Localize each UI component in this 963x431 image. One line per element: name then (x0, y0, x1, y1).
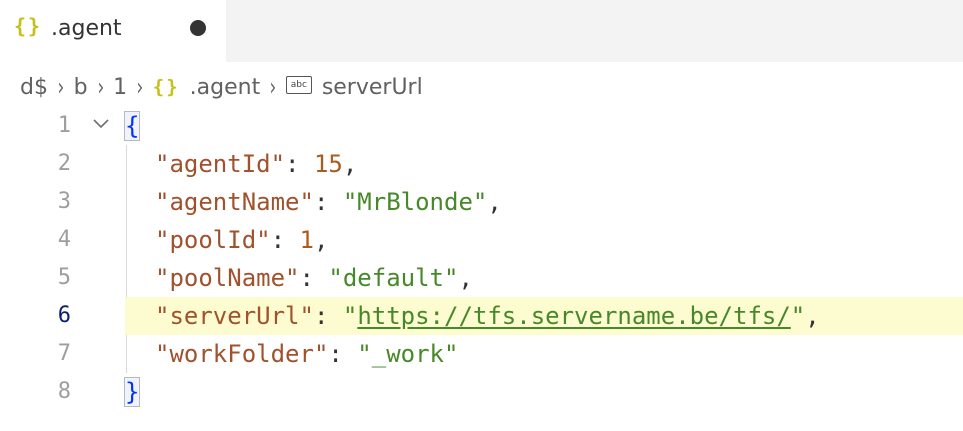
code-line[interactable]: 5 "poolName": "default", (0, 259, 963, 297)
json-key: "workFolder" (155, 340, 329, 368)
breadcrumb-item-1[interactable]: 1 (113, 75, 127, 100)
chevron-right-icon: › (96, 73, 104, 101)
code-line[interactable]: 3 "agentName": "MrBlonde", (0, 183, 963, 221)
code-line[interactable]: 7 "workFolder": "_work" (0, 335, 963, 373)
unsaved-dot-icon[interactable] (190, 20, 206, 36)
json-key: "poolId" (155, 226, 271, 254)
line-number: 3 (57, 189, 71, 214)
json-value: "default" (328, 264, 459, 292)
tab-agent[interactable]: {} .agent (0, 0, 226, 62)
line-number: 8 (57, 379, 71, 404)
breadcrumb-item-drive[interactable]: d$ (20, 75, 48, 100)
json-value: "_work" (357, 340, 459, 368)
line-number: 4 (57, 227, 71, 252)
json-value: 15 (313, 150, 343, 178)
tab-bar: {} .agent (0, 0, 963, 62)
breadcrumb-item-serverurl[interactable]: serverUrl (322, 75, 423, 100)
breadcrumb-item-agent[interactable]: .agent (190, 75, 261, 100)
json-key: "serverUrl" (155, 302, 314, 330)
line-number: 1 (57, 113, 71, 138)
json-braces-icon: {} (14, 14, 43, 38)
json-key: "agentId" (155, 150, 286, 178)
json-value: 1 (299, 226, 314, 254)
json-braces-icon: {} (152, 76, 180, 98)
line-number: 2 (57, 151, 71, 176)
code-line[interactable]: 1 { (0, 107, 963, 145)
code-line[interactable]: 2 "agentId": 15, (0, 145, 963, 183)
line-number: 7 (57, 341, 71, 366)
code-line-active[interactable]: 6 "serverUrl": "https://tfs.servername.b… (0, 297, 963, 335)
tab-label: .agent (51, 16, 122, 41)
chevron-right-icon: › (57, 73, 65, 101)
close-brace: } (123, 377, 141, 407)
breadcrumb: d$ › b › 1 › {} .agent › abc serverUrl (20, 72, 423, 102)
chevron-right-icon: › (136, 73, 144, 101)
code-line[interactable]: 4 "poolId": 1, (0, 221, 963, 259)
breadcrumb-item-b[interactable]: b (74, 75, 88, 100)
open-brace: { (123, 111, 141, 141)
line-number: 6 (57, 303, 71, 328)
code-editor[interactable]: 1 { 2 "agentId": 15, 3 "agentName": "MrB… (0, 107, 963, 431)
string-abc-icon: abc (285, 76, 312, 94)
chevron-down-icon[interactable] (91, 113, 111, 133)
json-key: "poolName" (155, 264, 300, 292)
url-link[interactable]: https://tfs.servername.be/tfs/ (357, 302, 790, 330)
json-value: "MrBlonde" (342, 188, 488, 216)
chevron-right-icon: › (269, 73, 277, 101)
code-line[interactable]: 8 } (0, 373, 963, 411)
json-key: "agentName" (155, 188, 314, 216)
line-number: 5 (57, 265, 71, 290)
